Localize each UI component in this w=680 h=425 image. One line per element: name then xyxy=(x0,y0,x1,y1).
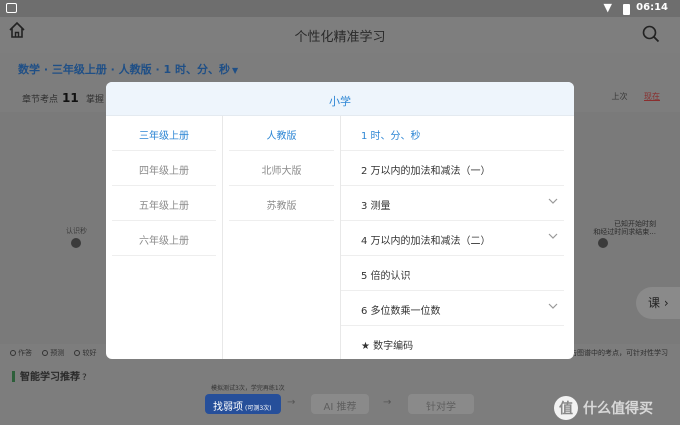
caret-down-icon: ▼ xyxy=(232,66,239,75)
clock: 06:14 xyxy=(636,2,668,13)
unit-item[interactable]: 4 万以内的加法和减法（二） xyxy=(341,221,564,256)
stats-count: 11 xyxy=(62,91,79,105)
unit-item[interactable]: ★ 数字编码 xyxy=(341,326,564,359)
ai-recommend-button[interactable]: AI 推荐 xyxy=(311,394,369,414)
unit-list: 1 时、分、秒 2 万以内的加法和减法（一） 3 测量 4 万以内的加法和减法（… xyxy=(341,116,574,359)
section-title-text: 智能学习推荐 xyxy=(20,372,80,383)
version-item[interactable]: 北师大版 xyxy=(229,151,334,186)
help-icon[interactable]: ? xyxy=(82,373,87,383)
unit-label: 4 万以内的加法和减法（二） xyxy=(361,236,491,247)
graph-node[interactable] xyxy=(71,238,81,248)
grade-item[interactable]: 五年级上册 xyxy=(112,186,216,221)
version-item[interactable]: 苏教版 xyxy=(229,186,334,221)
version-list: 人教版 北师大版 苏教版 xyxy=(223,116,341,359)
breadcrumb: 数学 · 三年级上册 · 人教版 · 1 时、分、秒 xyxy=(18,63,230,76)
chevron-down-icon[interactable] xyxy=(548,196,558,206)
chevron-down-icon[interactable] xyxy=(548,231,558,241)
unit-item[interactable]: 5 倍的认识 xyxy=(341,256,564,291)
grade-item[interactable]: 三年级上册 xyxy=(112,116,216,151)
watermark-logo-icon: 值 xyxy=(554,396,578,420)
targeted-learning-button[interactable]: 针对学 xyxy=(408,394,474,414)
legend-dot-icon xyxy=(74,350,81,356)
unit-item[interactable]: 1 时、分、秒 xyxy=(341,116,564,151)
legend-item: 作答 xyxy=(18,349,32,357)
grade-list: 三年级上册 四年级上册 五年级上册 六年级上册 xyxy=(106,116,223,359)
grade-item[interactable]: 六年级上册 xyxy=(112,221,216,256)
unit-label: 6 多位数乘一位数 xyxy=(361,306,441,317)
legend-dot-icon xyxy=(42,350,49,356)
time-toggle: 上次 现在 xyxy=(611,91,660,102)
flow-caption: 模拟测试3次，学完再练1次 xyxy=(211,385,285,392)
unit-label: 5 倍的认识 xyxy=(361,271,411,282)
legend-item: 较好 xyxy=(82,349,97,357)
arrow-right-icon: → xyxy=(287,397,296,408)
now-link[interactable]: 现在 xyxy=(644,92,660,101)
flow-step-label: 找弱项 xyxy=(213,402,243,413)
graph-node-label: 认识秒 xyxy=(66,227,87,235)
textbook-picker-dialog: 小学 三年级上册 四年级上册 五年级上册 六年级上册 人教版 北师大版 苏教版 … xyxy=(106,82,574,359)
status-bar: ▼ 06:14 xyxy=(0,0,680,17)
course-label: 课 xyxy=(648,296,661,310)
flow-step-note: (可测3次) xyxy=(245,405,272,412)
legend-item: 预测 xyxy=(50,349,65,357)
page-title: 个性化精准学习 xyxy=(294,30,386,45)
find-weakness-button[interactable]: 找弱项 (可测3次) xyxy=(205,394,281,414)
version-item[interactable]: 人教版 xyxy=(229,116,334,151)
course-button[interactable]: 课 › xyxy=(636,287,680,319)
unit-label: 3 测量 xyxy=(361,201,391,212)
graph-node-label: 已知开始时刻 和经过时间求结束... xyxy=(593,220,656,236)
chevron-down-icon[interactable] xyxy=(548,301,558,311)
unit-item[interactable]: 3 测量 xyxy=(341,186,564,221)
chapter-stats: 章节考点 11 xyxy=(22,91,79,105)
graph-note: 击图谱中的考点，可针对性学习 xyxy=(570,349,668,357)
section-title: 智能学习推荐? xyxy=(12,368,87,383)
wifi-icon: ▼ xyxy=(603,1,612,14)
dialog-title: 小学 xyxy=(106,82,574,116)
unit-item[interactable]: 6 多位数乘一位数 xyxy=(341,291,564,326)
prev-link[interactable]: 上次 xyxy=(611,92,627,101)
graph-legend: 作答 预测 较好 xyxy=(10,348,104,358)
grade-item[interactable]: 四年级上册 xyxy=(112,151,216,186)
watermark-text: 什么值得买 xyxy=(583,401,653,417)
battery-icon xyxy=(623,4,630,15)
unit-label: 1 时、分、秒 xyxy=(361,131,421,142)
search-icon[interactable] xyxy=(642,25,660,43)
legend-dot-icon xyxy=(10,350,16,356)
section-bar xyxy=(12,371,15,382)
stats-label: 章节考点 xyxy=(22,95,59,105)
unit-item[interactable]: 2 万以内的加法和减法（一） xyxy=(341,151,564,186)
arrow-right-icon: → xyxy=(383,397,392,408)
unit-label: 2 万以内的加法和减法（一） xyxy=(361,166,491,177)
app-header: 个性化精准学习 xyxy=(0,17,680,53)
subject-selector[interactable]: 数学 · 三年级上册 · 人教版 · 1 时、分、秒 ▼ xyxy=(18,61,238,77)
graph-node[interactable] xyxy=(598,238,608,248)
unit-label: ★ 数字编码 xyxy=(361,341,414,352)
svg-text:值: 值 xyxy=(559,400,573,417)
mastery-label: 掌握 xyxy=(86,95,105,105)
image-icon xyxy=(6,3,17,13)
